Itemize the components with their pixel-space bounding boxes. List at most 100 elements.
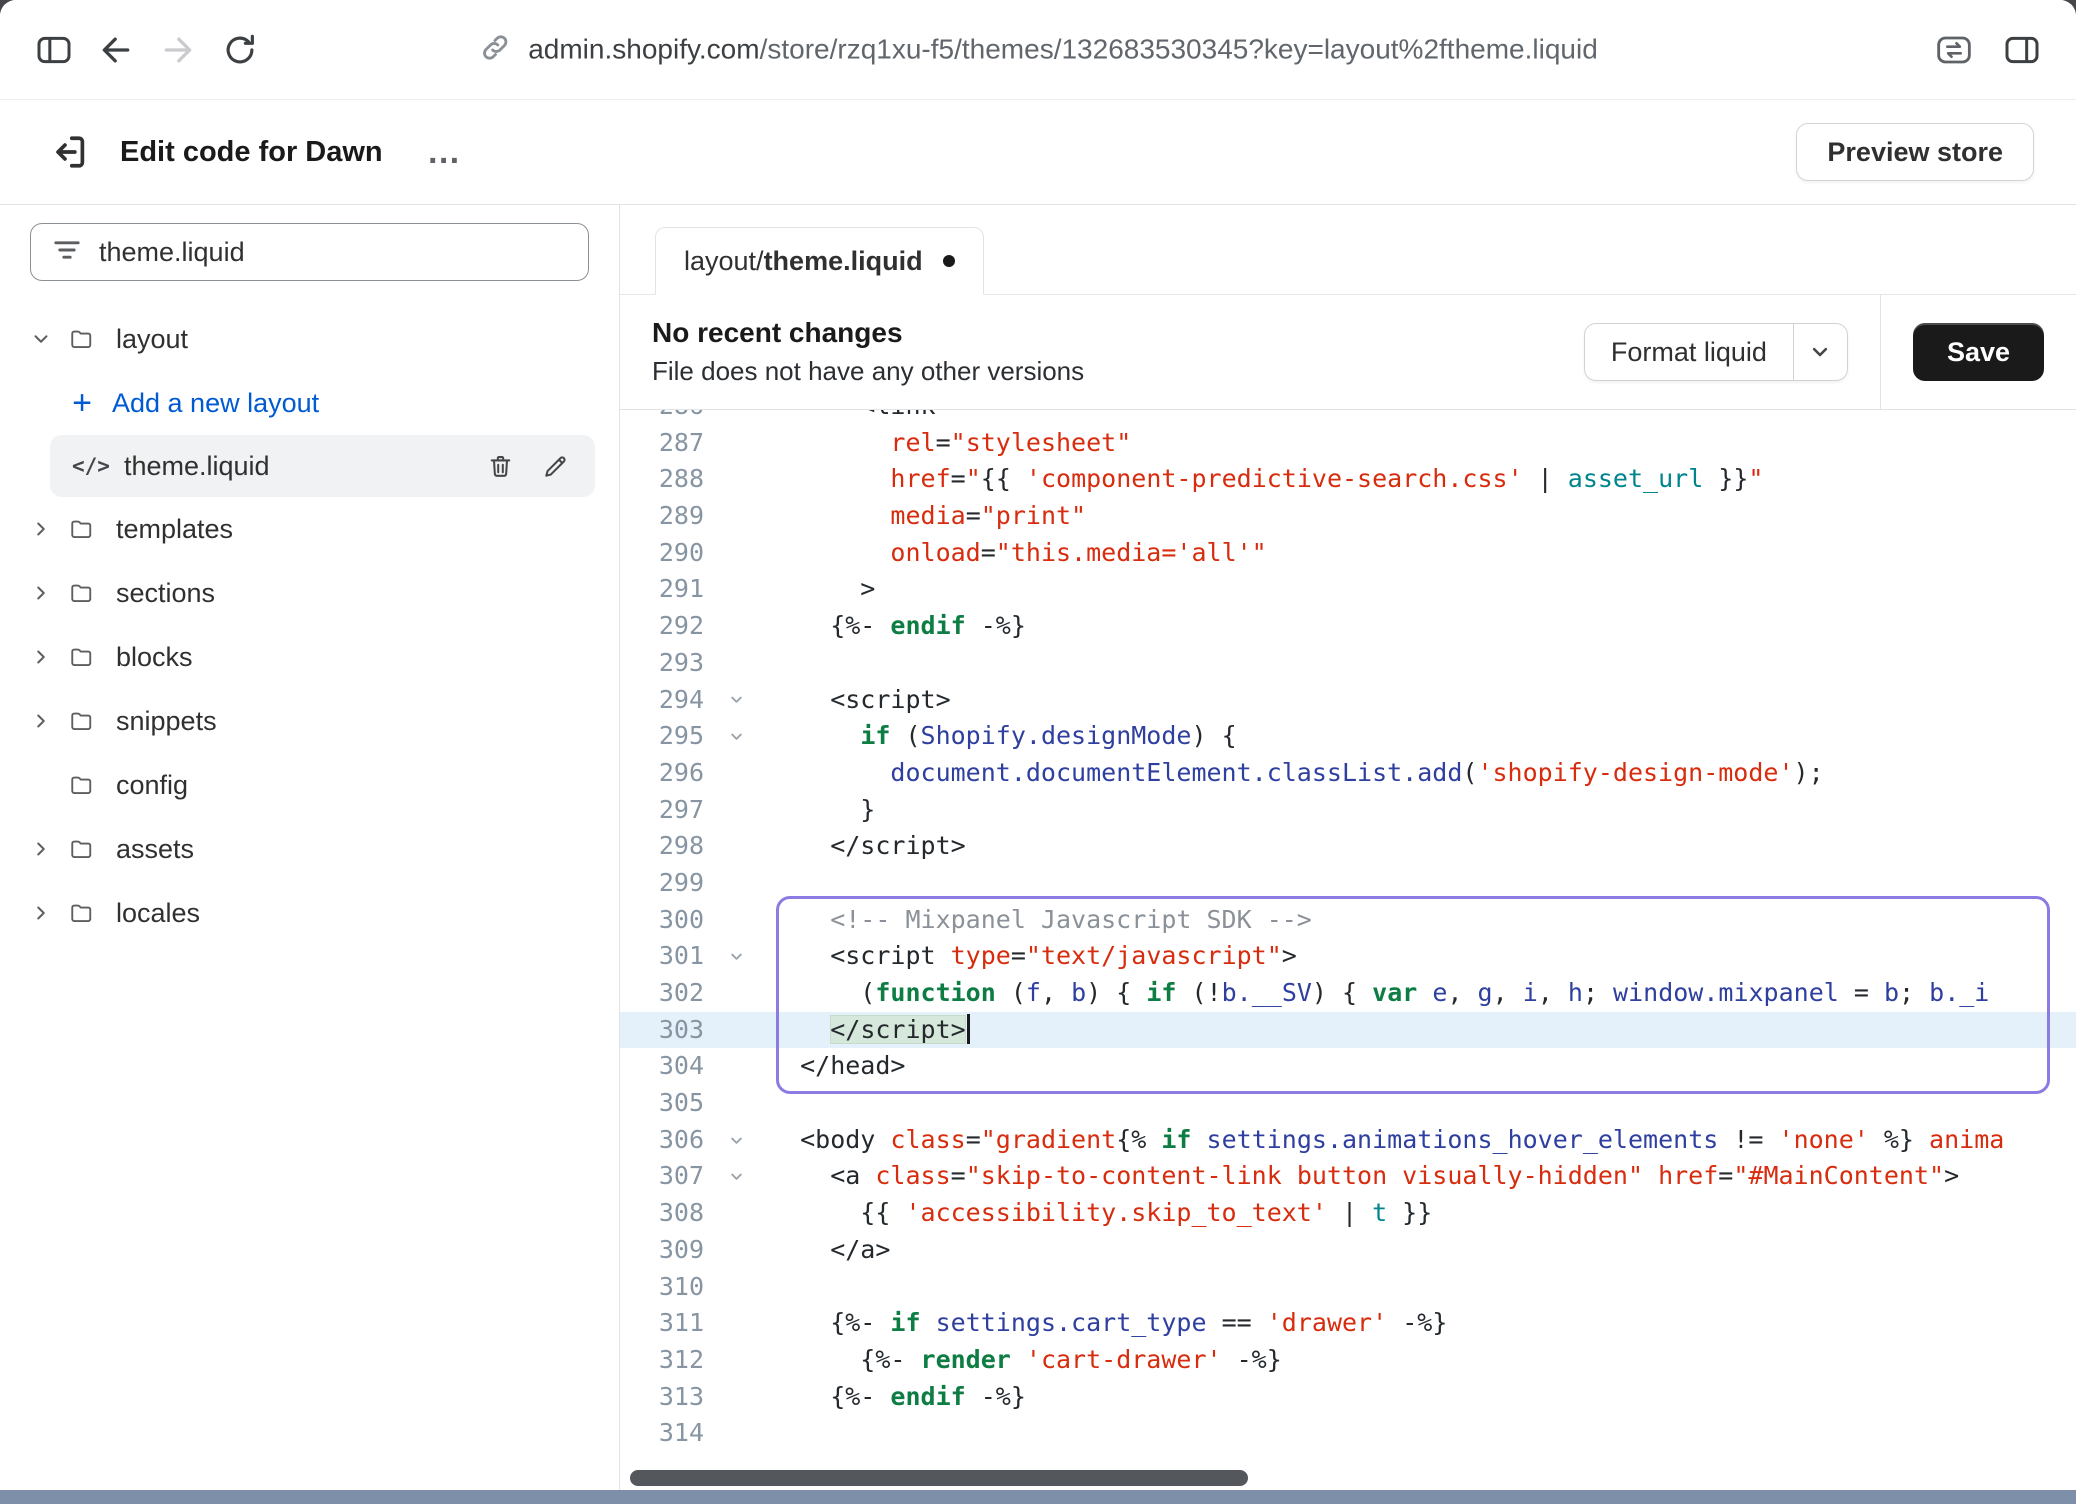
code-line-309[interactable]: 309 </a> [620,1232,2076,1269]
code-line-289[interactable]: 289 media="print" [620,498,2076,535]
folder-icon [60,581,102,606]
code-line-310[interactable]: 310 [620,1269,2076,1306]
line-number: 314 [620,1415,716,1452]
url-bar[interactable]: admin.shopify.com/store/rzq1xu-f5/themes… [478,30,1598,69]
fold-spacer [716,535,756,572]
fold-toggle-icon[interactable] [716,1122,756,1159]
chevron-right-icon[interactable] [24,902,58,924]
code-line-292[interactable]: 292 {%- endif -%} [620,608,2076,645]
editor-header: No recent changes File does not have any… [620,295,2076,410]
fold-spacer [716,461,756,498]
code-line-297[interactable]: 297 } [620,792,2076,829]
sidebar-item-sections[interactable]: sections [24,561,595,625]
fold-spacer [716,1342,756,1379]
chevron-right-icon[interactable] [24,838,58,860]
preview-store-button[interactable]: Preview store [1796,123,2034,181]
code-text: (function (f, b) { if (!b.__SV) { var e,… [756,975,1989,1012]
code-line-302[interactable]: 302 (function (f, b) { if (!b.__SV) { va… [620,975,2076,1012]
sidebar-item-snippets[interactable]: snippets [24,689,595,753]
fold-toggle-icon[interactable] [716,718,756,755]
code-line-301[interactable]: 301 <script type="text/javascript"> [620,938,2076,975]
sidebar-item-config[interactable]: config [24,753,595,817]
code-line-290[interactable]: 290 onload="this.media='all'" [620,535,2076,572]
add-new-layout-button[interactable]: +Add a new layout [24,371,595,435]
chevron-right-icon[interactable] [24,710,58,732]
code-line-291[interactable]: 291 > [620,571,2076,608]
back-icon[interactable] [90,24,142,76]
code-text: href="{{ 'component-predictive-search.cs… [756,461,1763,498]
save-button[interactable]: Save [1913,323,2044,381]
code-line-300[interactable]: 300 <!-- Mixpanel Javascript SDK --> [620,902,2076,939]
code-file-icon: </> [72,454,110,478]
sidebar-item-label: config [116,770,188,801]
split-view-icon[interactable] [1996,24,2048,76]
chevron-down-icon[interactable] [24,328,58,350]
line-number: 312 [620,1342,716,1379]
line-number: 311 [620,1305,716,1342]
code-line-299[interactable]: 299 [620,865,2076,902]
chevron-right-icon[interactable] [24,582,58,604]
line-number: 297 [620,792,716,829]
code-text: document.documentElement.classList.add('… [756,755,1824,792]
code-line-294[interactable]: 294 <script> [620,682,2076,719]
sidebar-item-locales[interactable]: locales [24,881,595,945]
code-line-312[interactable]: 312 {%- render 'cart-drawer' -%} [620,1342,2076,1379]
code-line-304[interactable]: 304 </head> [620,1048,2076,1085]
folder-icon [60,709,102,734]
code-line-295[interactable]: 295 if (Shopify.designMode) { [620,718,2076,755]
chevron-right-icon[interactable] [24,518,58,540]
sidebar-item-layout[interactable]: layout [24,307,595,371]
code-line-286[interactable]: 286 <link [620,410,2076,425]
sidebar-toggle-icon[interactable] [28,24,80,76]
line-number: 294 [620,682,716,719]
format-liquid-button[interactable]: Format liquid [1585,324,1793,380]
code-line-287[interactable]: 287 rel="stylesheet" [620,425,2076,462]
status-subtitle: File does not have any other versions [652,356,1584,387]
sidebar-file-theme.liquid[interactable]: </>theme.liquid [50,435,595,497]
sidebar-item-assets[interactable]: assets [24,817,595,881]
line-number: 304 [620,1048,716,1085]
file-search-input[interactable] [99,237,568,268]
code-text: media="print" [756,498,1086,535]
chevron-right-icon[interactable] [24,646,58,668]
code-text: {%- render 'cart-drawer' -%} [756,1342,1282,1379]
fold-toggle-icon[interactable] [716,682,756,719]
code-line-311[interactable]: 311 {%- if settings.cart_type == 'drawer… [620,1305,2076,1342]
code-line-314[interactable]: 314 [620,1415,2076,1452]
reload-icon[interactable] [214,24,266,76]
tab-bar: layout/theme.liquid [620,205,2076,295]
code-line-288[interactable]: 288 href="{{ 'component-predictive-searc… [620,461,2076,498]
code-line-305[interactable]: 305 [620,1085,2076,1122]
code-text: </script> [756,828,966,865]
code-line-293[interactable]: 293 [620,645,2076,682]
code-line-296[interactable]: 296 document.documentElement.classList.a… [620,755,2076,792]
code-line-303[interactable]: 303 </script> [620,1012,2076,1049]
extension-icon[interactable] [1928,24,1980,76]
more-icon[interactable]: … [419,136,472,168]
line-number: 303 [620,1012,716,1049]
code-line-307[interactable]: 307 <a class="skip-to-content-link butto… [620,1158,2076,1195]
forward-icon[interactable] [152,24,204,76]
rename-file-button[interactable] [538,449,573,484]
code-editor[interactable]: 286 <link287 rel="stylesheet"288 href="{… [620,410,2076,1490]
fold-toggle-icon[interactable] [716,1158,756,1195]
code-line-306[interactable]: 306 <body class="gradient{% if settings.… [620,1122,2076,1159]
sidebar-item-label: templates [116,514,233,545]
sidebar-item-blocks[interactable]: blocks [24,625,595,689]
sidebar-item-templates[interactable]: templates [24,497,595,561]
tab-layout-theme-liquid[interactable]: layout/theme.liquid [655,227,984,295]
delete-file-button[interactable] [483,449,518,484]
line-number: 289 [620,498,716,535]
code-line-298[interactable]: 298 </script> [620,828,2076,865]
plus-icon: + [64,384,100,423]
folder-icon [60,773,102,798]
horizontal-scrollbar-thumb[interactable] [630,1470,1248,1486]
dropdown-chevron-icon[interactable] [1793,324,1847,380]
code-line-313[interactable]: 313 {%- endif -%} [620,1379,2076,1416]
code-line-308[interactable]: 308 {{ 'accessibility.skip_to_text' | t … [620,1195,2076,1232]
code-text: {%- endif -%} [756,1379,1026,1416]
line-number: 288 [620,461,716,498]
file-search-box[interactable] [30,223,589,281]
fold-toggle-icon[interactable] [716,938,756,975]
exit-editor-icon[interactable] [42,125,96,179]
